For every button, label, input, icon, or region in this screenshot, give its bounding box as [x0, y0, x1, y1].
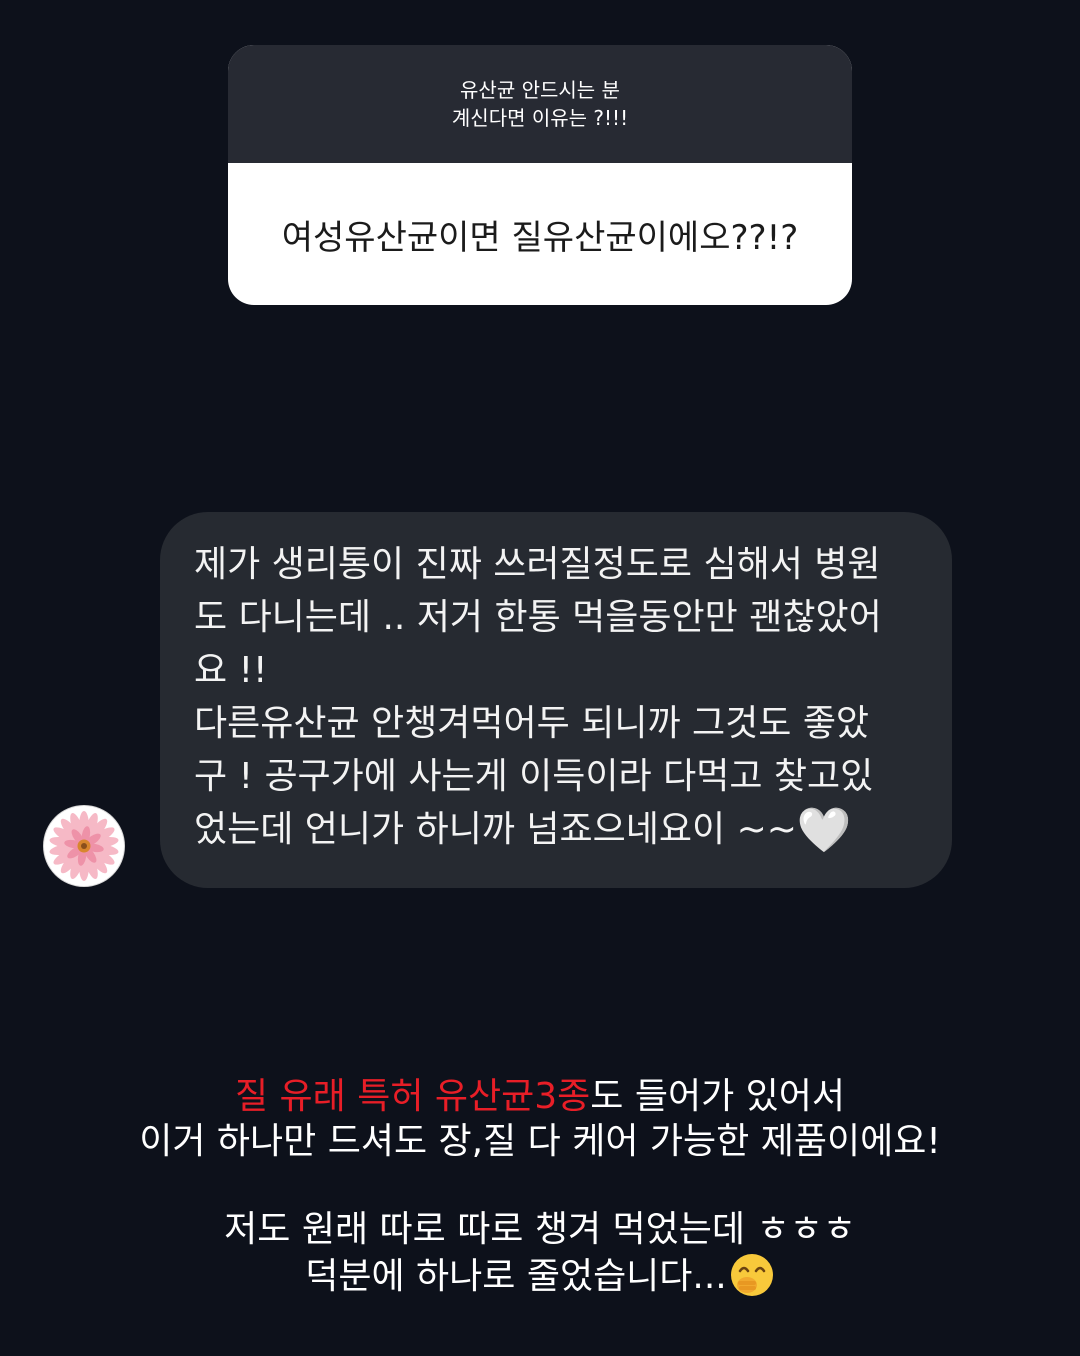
- question-answer: 여성유산균이면 질유산균이에오??!?: [281, 217, 799, 258]
- caption-line-4: 덕분에 하나로 줄었습니다...: [305, 1256, 727, 1297]
- white-heart-icon: 🤍: [796, 805, 852, 856]
- story-caption-bottom: 저도 원래 따로 따로 챙겨 먹었는데 ㅎㅎㅎ 덕분에 하나로 줄었습니다...: [0, 1207, 1080, 1309]
- caption-line-1: 질 유래 특허 유산균3종도 들어가 있어서: [0, 1074, 1080, 1119]
- sender-avatar[interactable]: [44, 806, 124, 886]
- caption-line-3: 저도 원래 따로 따로 챙겨 먹었는데 ㅎㅎㅎ: [224, 1209, 856, 1250]
- reply-line-6-wrapper: 었는데 언니가 하니까 넘죠으네요이 ~~🤍: [194, 803, 924, 856]
- reply-line-3: 요 !!: [194, 650, 268, 691]
- reply-line-5: 구 ! 공구가에 사는게 이득이라 다먹고 찾고있: [194, 756, 874, 797]
- story-caption-top: 질 유래 특허 유산균3종도 들어가 있어서 이거 하나만 드셔도 장,질 다 …: [0, 1074, 1080, 1164]
- pink-flower-icon: [49, 811, 119, 881]
- caption-line-2: 이거 하나만 드셔도 장,질 다 케어 가능한 제품이에요!: [139, 1121, 941, 1162]
- hand-over-mouth-emoji-icon: [729, 1252, 775, 1309]
- question-prompt: 유산균 안드시는 분 계신다면 이유는 ?!!!: [228, 45, 852, 163]
- question-sticker: 유산균 안드시는 분 계신다면 이유는 ?!!! 여성유산균이면 질유산균이에오…: [228, 45, 852, 305]
- reply-line-6: 었는데 언니가 하니까 넘죠으네요이 ~~: [194, 809, 797, 850]
- reply-line-1: 제가 생리통이 진짜 쓰러질정도로 심해서 병원: [194, 544, 881, 585]
- caption-highlight: 질 유래 특허 유산균3종: [234, 1076, 591, 1117]
- caption-line-1-rest: 도 들어가 있어서: [590, 1076, 846, 1117]
- reply-line-4: 다른유산균 안챙겨먹어두 되니까 그것도 좋았: [194, 703, 870, 744]
- question-line-2: 계신다면 이유는 ?!!!: [451, 106, 629, 130]
- reply-line-2: 도 다니는데 .. 저거 한통 먹을동안만 괜찮았어: [194, 597, 882, 638]
- caption-line-4-wrapper: 덕분에 하나로 줄었습니다...: [0, 1252, 1080, 1309]
- reply-message-bubble[interactable]: 제가 생리통이 진짜 쓰러질정도로 심해서 병원 도 다니는데 .. 저거 한통…: [160, 512, 952, 888]
- question-line-1: 유산균 안드시는 분: [460, 78, 620, 102]
